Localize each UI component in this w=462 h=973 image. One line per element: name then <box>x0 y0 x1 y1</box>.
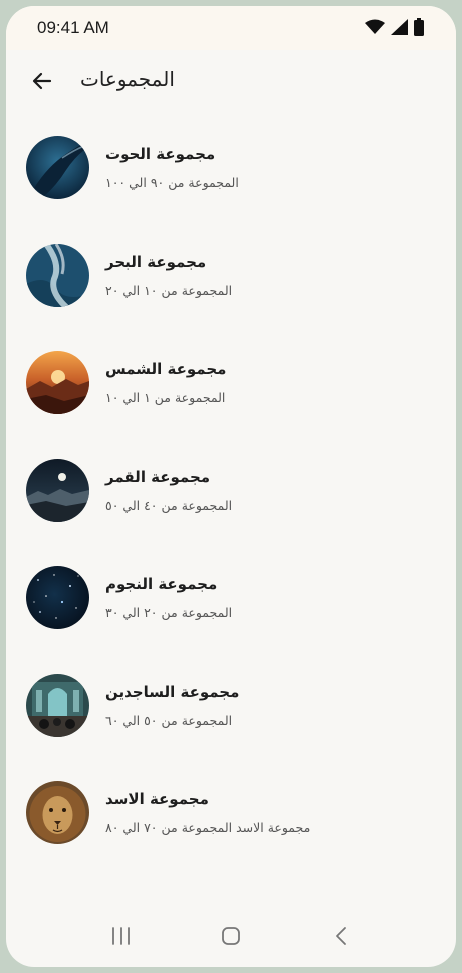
group-avatar-sun <box>26 351 89 414</box>
system-back-button[interactable] <box>321 916 361 956</box>
group-title: مجموعة القمر <box>105 467 211 486</box>
page-title: المجموعات <box>80 67 175 91</box>
group-avatar-stars <box>26 566 89 629</box>
group-title: مجموعة الحوت <box>105 145 216 163</box>
system-navigation-bar <box>6 905 456 967</box>
group-subtitle: المجموعة من ٩٠ الي ١٠٠ <box>105 175 239 190</box>
group-subtitle: المجموعة من ١ الي ١٠ <box>105 390 226 405</box>
phone-screen: 09:41 AM المجموعات مجموعة الحوت المجموعة… <box>6 6 456 967</box>
group-avatar-moon <box>26 458 89 522</box>
group-title: مجموعة الشمس <box>105 360 227 378</box>
recents-icon <box>112 927 130 945</box>
cellular-signal-icon <box>391 19 408 39</box>
group-avatar-sea <box>26 243 89 307</box>
status-bar: 09:41 AM <box>6 6 456 50</box>
group-subtitle: المجموعة من ٥٠ الي ٦٠ <box>105 712 233 728</box>
status-icons <box>365 18 424 40</box>
group-item-moon[interactable]: مجموعة القمر المجموعة من ٤٠ الي ٥٠ <box>6 437 456 545</box>
group-list: مجموعة الحوت المجموعة من ٩٠ الي ١٠٠ مجمو… <box>6 114 456 867</box>
home-icon <box>222 927 240 945</box>
group-title: مجموعة النجوم <box>105 575 218 593</box>
group-subtitle: مجموعة الاسد المجموعة من ٧٠ الي ٨٠ <box>105 820 311 835</box>
group-title: مجموعة البحر <box>105 252 207 271</box>
group-subtitle: المجموعة من ٤٠ الي ٥٠ <box>105 497 233 513</box>
wifi-icon <box>365 19 385 39</box>
group-item-sea[interactable]: مجموعة البحر المجموعة من ١٠ الي ٢٠ <box>6 222 456 330</box>
app-bar: المجموعات <box>6 50 456 114</box>
home-button[interactable] <box>211 916 251 956</box>
group-item-lion[interactable]: مجموعة الاسد مجموعة الاسد المجموعة من ٧٠… <box>6 759 456 867</box>
group-item-whale[interactable]: مجموعة الحوت المجموعة من ٩٠ الي ١٠٠ <box>6 114 456 222</box>
group-avatar-whale <box>26 136 89 199</box>
group-subtitle: المجموعة من ٢٠ الي ٣٠ <box>105 605 233 620</box>
group-avatar-lion <box>26 781 89 844</box>
group-title: مجموعة الساجدين <box>105 682 240 701</box>
arrow-left-icon <box>32 72 52 90</box>
group-item-stars[interactable]: مجموعة النجوم المجموعة من ٢٠ الي ٣٠ <box>6 544 456 652</box>
group-subtitle: المجموعة من ١٠ الي ٢٠ <box>105 282 233 298</box>
group-item-sun[interactable]: مجموعة الشمس المجموعة من ١ الي ١٠ <box>6 329 456 437</box>
back-button[interactable] <box>24 63 60 99</box>
group-title: مجموعة الاسد <box>105 790 209 808</box>
back-icon <box>336 927 346 945</box>
battery-icon <box>414 18 424 40</box>
group-avatar-mosque <box>26 673 89 737</box>
status-time: 09:41 AM <box>37 18 109 37</box>
group-item-mosque[interactable]: مجموعة الساجدين المجموعة من ٥٠ الي ٦٠ <box>6 652 456 760</box>
recents-button[interactable] <box>101 916 141 956</box>
